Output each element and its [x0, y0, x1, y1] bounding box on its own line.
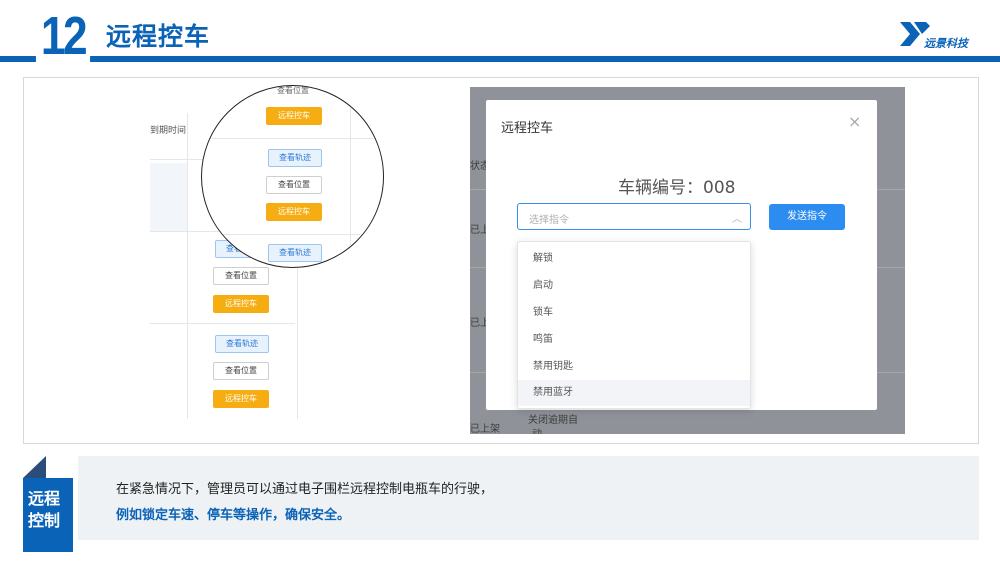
page-title: 远程控车 [106, 22, 211, 51]
dialog-title: 远程控车 [501, 121, 554, 136]
description-line-1: 在紧急情况下，管理员可以通过电子围栏远程控制电瓶车的行驶， [116, 482, 494, 497]
view-track-button[interactable]: 查看轨迹 [268, 149, 322, 167]
description-box [78, 456, 979, 540]
select-placeholder: 选择指令 [529, 215, 569, 226]
table-row-highlight [150, 163, 187, 231]
section-tag-text: 远程 控制 [28, 489, 61, 530]
table-divider [202, 138, 383, 139]
column-header-expiry: 到期时间 [150, 126, 187, 136]
table-divider [150, 323, 295, 324]
view-position-button[interactable]: 查看位置 [213, 362, 269, 380]
close-icon[interactable]: × [848, 112, 861, 131]
company-logo: 远景科技 [900, 20, 990, 52]
command-select[interactable]: 选择指令 ︿ [517, 203, 751, 230]
option-start[interactable]: 启动 [518, 273, 750, 299]
view-position-button[interactable]: 查看位置 [266, 176, 322, 194]
view-track-button[interactable]: 查看轨迹 [268, 244, 322, 262]
tag-notch [23, 456, 46, 478]
option-disable-key[interactable]: 禁用钥匙 [518, 354, 750, 380]
table-cell: 动 [532, 425, 542, 434]
position-label: 查看位置 [277, 86, 309, 95]
option-unlock[interactable]: 解锁 [518, 246, 750, 272]
option-horn[interactable]: 鸣笛 [518, 327, 750, 353]
vehicle-number-label: 车辆编号：008 [618, 178, 736, 198]
remote-control-button[interactable]: 远程控车 [266, 203, 322, 221]
command-dropdown-menu: 解锁 启动 锁车 鸣笛 禁用钥匙 禁用蓝牙 [517, 241, 751, 409]
section-number: 12 [35, 9, 91, 63]
remote-control-button[interactable]: 远程控车 [266, 107, 322, 125]
magnifier-circle: 查看位置 远程控车 查看轨迹 查看位置 远程控车 查看轨迹 [201, 85, 384, 268]
header-underline [0, 56, 1000, 62]
remote-control-button[interactable]: 远程控车 [213, 390, 269, 408]
chevron-up-icon: ︿ [732, 214, 742, 225]
option-lock[interactable]: 锁车 [518, 300, 750, 326]
send-command-button[interactable]: 发送指令 [769, 204, 845, 230]
table-cell: 已上架 [470, 424, 500, 434]
section-tag: 远程 控制 [23, 478, 73, 552]
view-track-button[interactable]: 查看轨迹 [215, 335, 269, 353]
remote-control-button[interactable]: 远程控车 [213, 295, 269, 313]
table-cell: 关闭逾期自 [528, 415, 578, 426]
logo-text: 远景科技 [924, 37, 968, 50]
remote-control-dialog-screenshot: 状态 已上 已上 已上架 关闭逾期自 动 远程控车 × 车辆编号：008 选择指… [470, 87, 905, 434]
option-disable-bluetooth[interactable]: 禁用蓝牙 [518, 380, 750, 406]
table-divider [202, 234, 383, 235]
view-position-button[interactable]: 查看位置 [213, 267, 269, 285]
description-line-2: 例如锁定车速、停车等操作，确保安全。 [116, 508, 351, 523]
table-divider [350, 86, 351, 267]
